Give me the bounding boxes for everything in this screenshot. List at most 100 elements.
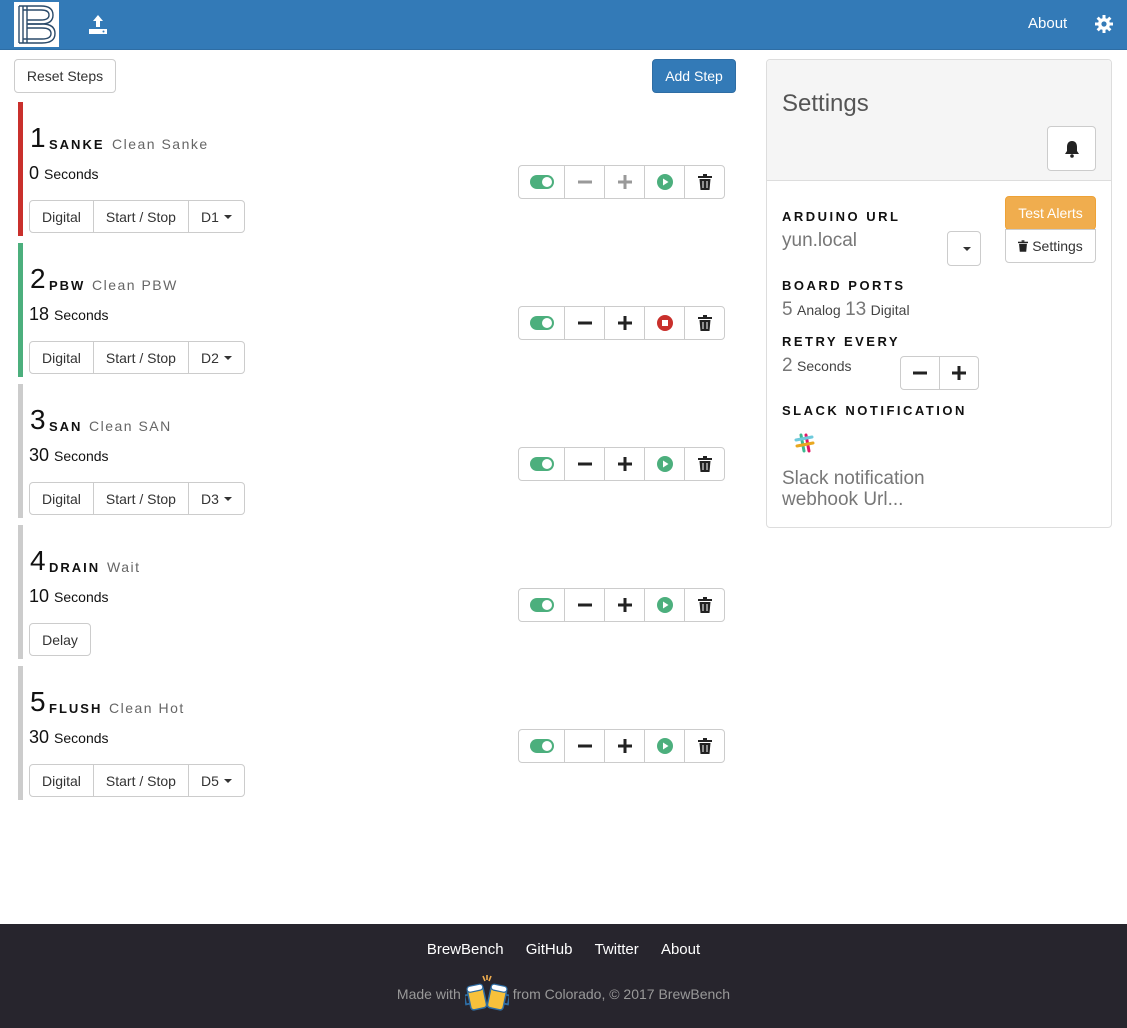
arduino-url-label: ARDUINO URL: [782, 209, 901, 224]
minus-button[interactable]: [564, 588, 605, 622]
step-controls: [518, 306, 725, 340]
minus-icon: [913, 371, 927, 375]
step-action-button[interactable]: Start / Stop: [92, 200, 189, 233]
plus-icon: [617, 457, 632, 471]
step-action-button[interactable]: Start / Stop: [92, 341, 189, 374]
step-pin-dropdown[interactable]: D2: [187, 341, 245, 374]
step-controls: [518, 588, 725, 622]
delete-button[interactable]: [684, 729, 725, 763]
digital-count[interactable]: 13: [845, 299, 866, 320]
footer-link-twitter[interactable]: Twitter: [595, 941, 639, 958]
duration-value: 0: [29, 163, 40, 183]
reset-steps-button[interactable]: Reset Steps: [14, 59, 116, 93]
brewbench-logo[interactable]: [14, 2, 59, 47]
step-card: 2 PBW Clean PBW 18 Seconds Digital Start…: [18, 243, 738, 377]
plus-button[interactable]: [604, 588, 645, 622]
step-duration: 30 Seconds: [29, 727, 109, 748]
board-ports-value: 5 Analog 13 Digital: [782, 299, 910, 321]
delete-button[interactable]: [684, 306, 725, 340]
plus-button[interactable]: [604, 165, 645, 199]
from-colorado-text: from Colorado, © 2017 BrewBench: [512, 986, 731, 1002]
step-duration: 18 Seconds: [29, 304, 109, 325]
footer: BrewBench GitHub Twitter About Made with: [0, 924, 1127, 1028]
toggle-button[interactable]: [518, 306, 565, 340]
minus-button[interactable]: [564, 306, 605, 340]
retry-plus-button[interactable]: [939, 356, 979, 390]
minus-icon: [577, 321, 592, 325]
step-type-button[interactable]: Digital: [29, 200, 94, 233]
step-card: 4 DRAIN Wait 10 Seconds Delay: [18, 525, 738, 659]
play-button[interactable]: [644, 165, 685, 199]
play-button[interactable]: [644, 447, 685, 481]
caret-down-icon: [223, 355, 232, 360]
delete-button[interactable]: [684, 447, 725, 481]
step-name: SANKE: [49, 137, 105, 152]
minus-button[interactable]: [564, 165, 605, 199]
retry-minus-button[interactable]: [900, 356, 940, 390]
step-description: Clean PBW: [92, 277, 178, 293]
step-type-button[interactable]: Delay: [29, 623, 91, 656]
step-type-button[interactable]: Digital: [29, 482, 94, 515]
plus-button[interactable]: [604, 729, 645, 763]
minus-icon: [577, 603, 592, 607]
plus-icon: [952, 366, 966, 380]
footer-link-github[interactable]: GitHub: [526, 941, 573, 958]
arduino-url-value[interactable]: yun.local: [782, 230, 857, 252]
plus-icon: [617, 316, 632, 330]
retry-controls: [900, 356, 979, 390]
step-number: 2: [30, 263, 46, 294]
retry-count: 2: [782, 355, 793, 376]
settings-button-label: Settings: [1032, 238, 1083, 254]
step-number: 5: [30, 686, 46, 717]
step-action-button[interactable]: Start / Stop: [92, 764, 189, 797]
step-config-group: Digital Start / Stop D1: [29, 200, 245, 233]
plus-button[interactable]: [604, 447, 645, 481]
step-config-group: Digital Start / Stop D2: [29, 341, 245, 374]
stop-button[interactable]: [644, 306, 685, 340]
settings-button[interactable]: Settings: [1005, 229, 1096, 263]
step-pin-dropdown[interactable]: D3: [187, 482, 245, 515]
step-controls: [518, 447, 725, 481]
slack-webhook-input[interactable]: Slack notification webhook Url...: [782, 468, 982, 510]
test-alerts-button[interactable]: Test Alerts: [1005, 196, 1096, 230]
navbar: About: [0, 0, 1127, 50]
play-button[interactable]: [644, 729, 685, 763]
play-icon: [656, 738, 673, 754]
footer-link-brewbench[interactable]: BrewBench: [427, 941, 504, 958]
delete-button[interactable]: [684, 165, 725, 199]
step-config-group: Digital Start / Stop D5: [29, 764, 245, 797]
delete-button[interactable]: [684, 588, 725, 622]
plus-button[interactable]: [604, 306, 645, 340]
duration-unit: Seconds: [54, 589, 109, 605]
minus-button[interactable]: [564, 447, 605, 481]
toggle-button[interactable]: [518, 447, 565, 481]
add-step-button[interactable]: Add Step: [652, 59, 736, 93]
minus-button[interactable]: [564, 729, 605, 763]
beer-icon: [464, 975, 509, 1011]
step-action-button[interactable]: Start / Stop: [92, 482, 189, 515]
step-pin-dropdown[interactable]: D5: [187, 764, 245, 797]
slack-label: SLACK NOTIFICATION: [782, 403, 967, 418]
gear-icon[interactable]: [1094, 14, 1114, 34]
play-button[interactable]: [644, 588, 685, 622]
arduino-dropdown-button[interactable]: [947, 231, 981, 266]
step-duration: 30 Seconds: [29, 445, 109, 466]
analog-count[interactable]: 5: [782, 299, 793, 320]
step-card: 5 FLUSH Clean Hot 30 Seconds Digital Sta…: [18, 666, 738, 800]
footer-link-about[interactable]: About: [661, 941, 700, 958]
duration-value: 10: [29, 586, 50, 606]
step-type-button[interactable]: Digital: [29, 764, 94, 797]
toggle-button[interactable]: [518, 588, 565, 622]
step-pin-dropdown[interactable]: D1: [187, 200, 245, 233]
nav-about-link[interactable]: About: [1028, 15, 1067, 32]
duration-value: 30: [29, 445, 50, 465]
step-controls: [518, 729, 725, 763]
upload-icon[interactable]: [86, 12, 110, 36]
step-type-button[interactable]: Digital: [29, 341, 94, 374]
stop-icon: [656, 315, 673, 331]
duration-unit: Seconds: [54, 448, 109, 464]
toggle-button[interactable]: [518, 165, 565, 199]
notifications-button[interactable]: [1047, 126, 1096, 171]
step-duration: 10 Seconds: [29, 586, 109, 607]
toggle-button[interactable]: [518, 729, 565, 763]
